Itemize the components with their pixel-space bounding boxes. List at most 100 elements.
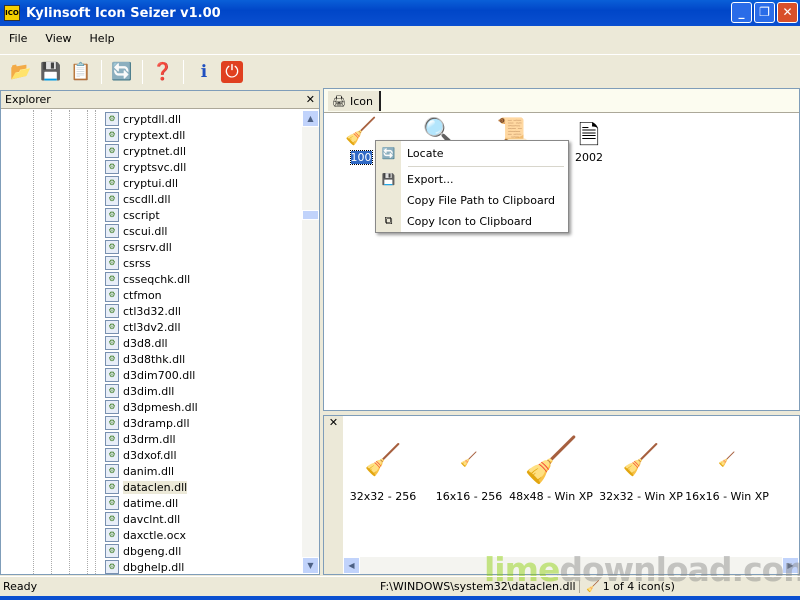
tree-item[interactable]: ⚙ d3dxof.dll	[105, 447, 177, 463]
scroll-up-button[interactable]: ▲	[302, 110, 319, 127]
preview-item[interactable]: 🧹 32x32 - Win XP	[596, 430, 686, 504]
file-tree[interactable]: ⚙ cryptdll.dll ⚙ cryptext.dll ⚙ cryptnet.dll ⚙…	[1, 110, 301, 574]
tree-item[interactable]: ⚙ d3d8thk.dll	[105, 351, 185, 367]
tree-item[interactable]: ⚙ d3dim.dll	[105, 383, 174, 399]
file-icon: ⚙	[105, 160, 119, 174]
scroll-left-button[interactable]: ◀	[343, 557, 360, 574]
tree-item-label: cryptext.dll	[123, 128, 186, 142]
cleanup-icon: 🧹	[622, 442, 660, 478]
tree-item[interactable]: ⚙ cscript	[105, 207, 160, 223]
status-text: Ready	[3, 580, 38, 593]
tree-item[interactable]: ⚙ dbghelp.dll	[105, 559, 184, 574]
file-icon: ⚙	[105, 432, 119, 446]
tree-item-label: davclnt.dll	[123, 512, 181, 526]
tree-item-label: d3d8thk.dll	[123, 352, 186, 366]
tree-item-label: d3d8.dll	[123, 336, 168, 350]
menu-item-copy-path[interactable]: Copy File Path to Clipboard	[376, 190, 568, 210]
save-icon: 💾	[381, 172, 396, 186]
tree-item-label: d3dim.dll	[123, 384, 175, 398]
save-button[interactable]: 💾	[38, 59, 64, 85]
menu-item-copy-icon[interactable]: ⧉ Copy Icon to Clipboard	[376, 211, 568, 231]
locate-icon: 🔄	[381, 146, 396, 160]
tree-scrollbar[interactable]: ▲ ▼	[302, 110, 319, 574]
toolbar-separator	[183, 59, 184, 84]
tree-item-label: cscdll.dll	[123, 192, 171, 206]
preview-label: 48x48 - Win XP	[509, 490, 593, 503]
tree-item[interactable]: ⚙ daxctle.ocx	[105, 527, 186, 543]
menu-help[interactable]: Help	[81, 32, 124, 45]
explorer-close-button[interactable]: ✕	[306, 93, 315, 106]
tree-item[interactable]: ⚙ cscui.dll	[105, 223, 167, 239]
menu-item-export[interactable]: 💾 Export...	[376, 169, 568, 189]
tree-item[interactable]: ⚙ csrss	[105, 255, 151, 271]
tree-item[interactable]: ⚙ dataclen.dll	[105, 479, 188, 495]
help-button[interactable]: ❓	[150, 59, 176, 85]
tree-item[interactable]: ⚙ ctl3d32.dll	[105, 303, 181, 319]
tree-item[interactable]: ⚙ davclnt.dll	[105, 511, 180, 527]
menu-file[interactable]: File	[0, 32, 36, 45]
file-icon: ⚙	[105, 128, 119, 142]
tab-icon[interactable]: 🖨 Icon	[328, 91, 381, 111]
preview-item[interactable]: 🧹 16x16 - 256	[424, 430, 514, 503]
tree-item[interactable]: ⚙ datime.dll	[105, 495, 178, 511]
tree-item-label: csrsrv.dll	[123, 240, 172, 254]
tree-item[interactable]: ⚙ csseqchk.dll	[105, 271, 190, 287]
context-menu: 🔄 Locate 💾 Export... Copy File Path to Cli…	[375, 140, 569, 233]
cleanup-icon: 🧹	[523, 435, 579, 486]
icon-item[interactable]: 🗎 2002	[564, 117, 614, 164]
toolbar: 📂 💾 📋 🔄 ❓ ℹ ⏻	[0, 54, 800, 88]
app-icon: ICO	[4, 5, 20, 21]
scroll-thumb[interactable]	[302, 210, 319, 220]
info-button[interactable]: ℹ	[191, 59, 217, 85]
maximize-button[interactable]: ❐	[754, 2, 775, 23]
file-icon: ⚙	[105, 272, 119, 286]
close-button[interactable]: ✕	[777, 2, 798, 23]
explorer-title: Explorer	[5, 93, 51, 106]
minimize-button[interactable]: _	[731, 2, 752, 23]
tree-item[interactable]: ⚙ cryptdll.dll	[105, 111, 181, 127]
tree-item[interactable]: ⚙ cscdll.dll	[105, 191, 171, 207]
tree-item[interactable]: ⚙ d3drm.dll	[105, 431, 176, 447]
file-icon: ⚙	[105, 224, 119, 238]
printer-icon: 🖨	[332, 94, 346, 108]
preview-item[interactable]: 🧹 48x48 - Win XP	[506, 430, 596, 503]
preview-label: 32x32 - 256	[349, 490, 417, 503]
tree-item-label: daxctle.ocx	[123, 528, 187, 542]
tree-item[interactable]: ⚙ cryptnet.dll	[105, 143, 186, 159]
preview-item[interactable]: 🧹 32x32 - 256	[338, 430, 428, 504]
locate-button[interactable]: 🔄	[109, 59, 135, 85]
title-bar: ICO Kylinsoft Icon Seizer v1.00 _ ❐ ✕	[0, 0, 800, 26]
tree-item[interactable]: ⚙ d3dpmesh.dll	[105, 399, 198, 415]
copy-icon: ⧉	[384, 214, 393, 227]
tree-item[interactable]: ⚙ ctl3dv2.dll	[105, 319, 181, 335]
preview-item[interactable]: 🧹 16x16 - Win XP	[682, 430, 772, 503]
file-icon: ⚙	[105, 400, 119, 414]
copy-button[interactable]: 📋	[68, 59, 94, 85]
tree-item[interactable]: ⚙ cryptsvc.dll	[105, 159, 186, 175]
icon-pane: 🖨 Icon 🧹 100 🔍 📜 🗎 2002	[323, 88, 800, 411]
tree-item[interactable]: ⚙ ctfmon	[105, 287, 162, 303]
tree-item[interactable]: ⚙ d3dramp.dll	[105, 415, 190, 431]
tree-item-label: ctfmon	[123, 288, 162, 302]
exit-button[interactable]: ⏻	[221, 60, 243, 83]
tree-item-label: dbghelp.dll	[123, 560, 185, 574]
cleanup-icon: 🧹	[718, 452, 736, 468]
tree-item[interactable]: ⚙ csrsrv.dll	[105, 239, 172, 255]
cleanup-icon: 🧹	[364, 442, 402, 478]
file-icon: ⚙	[105, 384, 119, 398]
status-bar: Ready F:\WINDOWS\system32\dataclen.dll 🧹…	[0, 576, 800, 596]
tree-item[interactable]: ⚙ cryptext.dll	[105, 127, 185, 143]
scroll-down-button[interactable]: ▼	[302, 557, 319, 574]
tree-item[interactable]: ⚙ d3d8.dll	[105, 335, 168, 351]
tree-item[interactable]: ⚙ d3dim700.dll	[105, 367, 195, 383]
tree-item[interactable]: ⚙ cryptui.dll	[105, 175, 178, 191]
tab-label: Icon	[349, 94, 373, 108]
menu-bar: File View Help	[0, 26, 800, 50]
tree-item[interactable]: ⚙ dbgeng.dll	[105, 543, 181, 559]
menu-view[interactable]: View	[36, 32, 80, 45]
menu-item-locate[interactable]: 🔄 Locate	[376, 143, 568, 163]
tree-item[interactable]: ⚙ danim.dll	[105, 463, 174, 479]
toolbar-separator	[101, 59, 102, 84]
status-path: F:\WINDOWS\system32\dataclen.dll	[380, 580, 580, 593]
open-button[interactable]: 📂	[8, 59, 34, 85]
